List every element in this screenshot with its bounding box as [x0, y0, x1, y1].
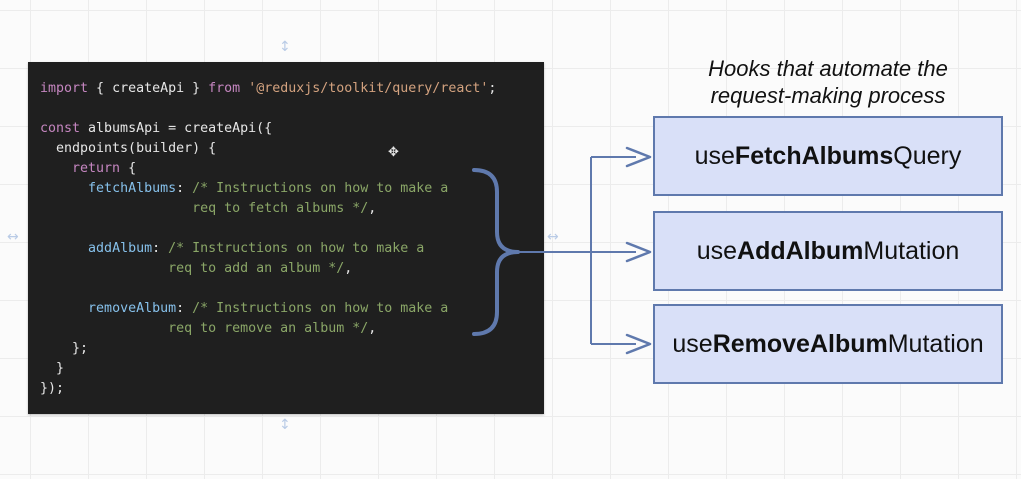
resize-handle-icon[interactable]: ↔ — [547, 230, 559, 244]
resize-handle-icon[interactable]: ↕ — [279, 418, 291, 432]
hook-box-fetch-albums: use FetchAlbums Query — [653, 116, 1003, 196]
resize-handle-icon[interactable]: ↔ — [7, 230, 19, 244]
crosshair-icon: ✥ — [388, 145, 399, 160]
resize-handle-icon[interactable]: ↕ — [279, 40, 291, 54]
hook-box-remove-album: use RemoveAlbum Mutation — [653, 304, 1003, 384]
hook-box-add-album: use AddAlbum Mutation — [653, 211, 1003, 291]
caption-line-2: request-making process — [710, 83, 946, 108]
curly-bracket-icon — [472, 168, 520, 336]
caption-line-1: Hooks that automate the — [708, 56, 948, 81]
